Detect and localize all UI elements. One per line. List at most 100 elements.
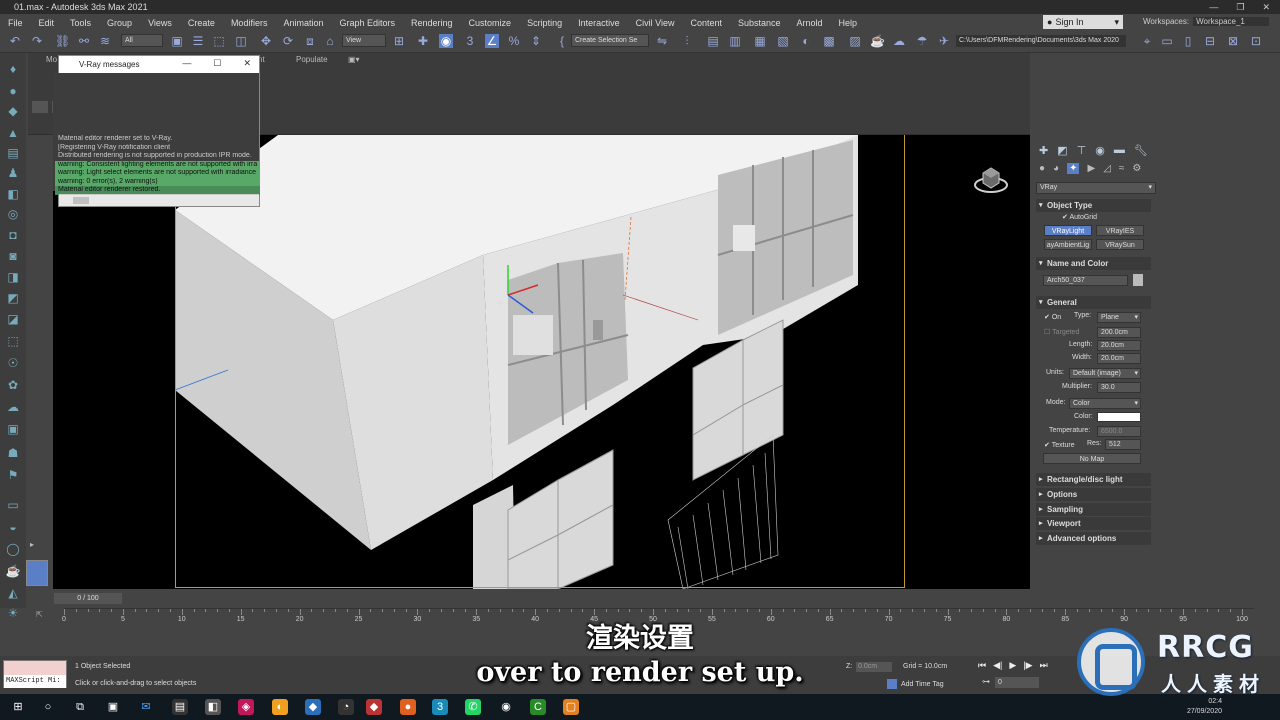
helpers-icon[interactable]: ◿ xyxy=(1103,163,1111,174)
lights-icon[interactable]: ✦ xyxy=(1067,163,1080,174)
store-icon[interactable]: ▣ xyxy=(105,699,121,715)
tool-icon[interactable]: ☗ xyxy=(5,445,21,461)
select-object-icon[interactable]: ▣ xyxy=(170,34,184,48)
create-tab-icon[interactable]: ✚ xyxy=(1039,144,1048,157)
sampling-rollout[interactable]: Sampling xyxy=(1036,503,1151,516)
bind-space-warp-icon[interactable]: ≋ xyxy=(98,34,112,48)
chrome-icon[interactable]: ◉ xyxy=(498,699,514,715)
menu-file[interactable]: File xyxy=(0,18,31,28)
tool-icon[interactable]: ♟ xyxy=(5,165,21,181)
time-slider[interactable]: 0 / 100 xyxy=(54,593,122,604)
light-type-dropdown[interactable]: Plane ▾ xyxy=(1097,312,1141,323)
menu-scripting[interactable]: Scripting xyxy=(519,18,570,28)
tool-icon[interactable]: ◧ xyxy=(5,186,21,202)
display-tab-icon[interactable]: ▬ xyxy=(1114,144,1125,157)
tool-icon[interactable]: ◘ xyxy=(5,227,21,243)
modify-tab-icon[interactable]: ◩ xyxy=(1057,144,1067,157)
menu-civil-view[interactable]: Civil View xyxy=(628,18,683,28)
scale-icon[interactable]: ⧈ xyxy=(303,34,317,48)
menu-group[interactable]: Group xyxy=(99,18,140,28)
menu-views[interactable]: Views xyxy=(140,18,180,28)
viewport-layout-button[interactable] xyxy=(26,560,48,586)
ribbon-tab-modeling[interactable]: Mo xyxy=(46,55,57,64)
maximize-icon[interactable]: ☐ xyxy=(213,58,221,69)
material-editor-icon[interactable]: ◐ xyxy=(799,34,813,48)
mode-dropdown[interactable]: Color ▾ xyxy=(1069,398,1141,409)
cameras-icon[interactable]: ▶ xyxy=(1087,163,1095,174)
rotate-icon[interactable]: ⟳ xyxy=(281,34,295,48)
tool-icon[interactable]: ◆ xyxy=(5,103,21,119)
object-color-swatch[interactable] xyxy=(1133,274,1143,286)
project-folder-icon[interactable]: ▭ xyxy=(1160,34,1174,48)
target-distance-spinner[interactable]: 200.0cm xyxy=(1097,327,1141,338)
layer-explorer-icon[interactable]: ▤ xyxy=(706,34,720,48)
systems-icon[interactable]: ⚙ xyxy=(1132,163,1141,174)
snaps-toggle-icon[interactable]: 3 xyxy=(463,34,477,48)
app-icon[interactable]: ◐ xyxy=(272,699,288,715)
light-color-swatch[interactable] xyxy=(1097,412,1141,422)
on-checkbox[interactable]: ✔ On xyxy=(1044,313,1061,321)
menu-rendering[interactable]: Rendering xyxy=(403,18,461,28)
menu-tools[interactable]: Tools xyxy=(62,18,99,28)
app-icon[interactable]: ◧ xyxy=(205,699,221,715)
geometry-icon[interactable]: ● xyxy=(1039,163,1045,174)
shapes-icon[interactable]: ◕ xyxy=(1053,163,1059,174)
maximize-button[interactable]: ❐ xyxy=(1236,2,1244,13)
brush-icon[interactable]: ♦ xyxy=(5,61,21,77)
sign-in-dropdown[interactable]: ● Sign In ▾ xyxy=(1043,15,1123,29)
hierarchy-tab-icon[interactable]: ⊤ xyxy=(1077,144,1087,157)
task-view-icon[interactable]: ⧉ xyxy=(72,699,88,715)
render-setup-icon[interactable]: ▩ xyxy=(822,34,836,48)
mail-icon[interactable]: ✉ xyxy=(138,699,154,715)
tool-icon[interactable]: ◒ xyxy=(5,519,21,535)
object-type-rollout[interactable]: Object Type xyxy=(1036,199,1151,212)
menu-animation[interactable]: Animation xyxy=(275,18,331,28)
app-icon[interactable]: ▢ xyxy=(563,699,579,715)
named-selection-dropdown[interactable]: Create Selection Se xyxy=(571,34,649,47)
tool-icon[interactable]: ▲ xyxy=(5,125,21,141)
tool-icon[interactable]: ⬚ xyxy=(5,333,21,349)
menu-edit[interactable]: Edit xyxy=(31,18,63,28)
menu-modifiers[interactable]: Modifiers xyxy=(223,18,276,28)
toggle-ribbon-icon[interactable]: ▥ xyxy=(728,34,742,48)
move-icon[interactable]: ✥ xyxy=(259,34,273,48)
app-icon[interactable]: ◈ xyxy=(238,699,254,715)
expand-icon[interactable]: ▸ xyxy=(30,540,34,549)
ribbon-options-icon[interactable]: ▣▾ xyxy=(348,55,360,64)
close-button[interactable]: ✕ xyxy=(1262,2,1270,13)
tool-icon[interactable]: ✿ xyxy=(5,377,21,393)
search-icon[interactable]: ○ xyxy=(40,699,56,715)
minimize-button[interactable]: — xyxy=(1209,2,1218,13)
window-crossing-icon[interactable]: ◫ xyxy=(234,34,248,48)
rectangle-disc-light-rollout[interactable]: Rectangle/disc light xyxy=(1036,473,1151,486)
placement-icon[interactable]: ⌂ xyxy=(323,34,337,48)
render-production-icon[interactable]: ☕ xyxy=(870,34,885,48)
no-map-button[interactable]: No Map xyxy=(1043,453,1141,464)
advanced-options-rollout[interactable]: Advanced options xyxy=(1036,532,1151,545)
menu-interactive[interactable]: Interactive xyxy=(570,18,628,28)
menu-customize[interactable]: Customize xyxy=(461,18,520,28)
width-spinner[interactable]: 20.0cm xyxy=(1097,353,1141,364)
app-icon[interactable]: ◔ xyxy=(338,699,354,715)
space-warps-icon[interactable]: ≈ xyxy=(1119,163,1125,174)
tool-icon[interactable]: ▤ xyxy=(5,145,21,161)
tool-icon[interactable]: ☁ xyxy=(5,399,21,415)
menu-substance[interactable]: Substance xyxy=(730,18,789,28)
close-icon[interactable]: ✕ xyxy=(243,58,251,69)
workspace-value[interactable]: Workspace_1 xyxy=(1193,17,1269,26)
whatsapp-icon[interactable]: ✆ xyxy=(465,699,481,715)
system-clock[interactable]: 02:4 27/09/2020 xyxy=(1187,697,1222,717)
select-manipulate-icon[interactable]: ✚ xyxy=(416,34,430,48)
link-icon[interactable]: ⛓ xyxy=(55,34,70,48)
tool-icon[interactable]: ▣ xyxy=(5,421,21,437)
scrollbar-thumb[interactable] xyxy=(73,197,89,204)
tool-icon[interactable]: ◨ xyxy=(5,269,21,285)
set-project-icon[interactable]: ⌖ xyxy=(1140,34,1154,48)
ribbon-button[interactable] xyxy=(32,101,48,113)
tool-icon[interactable]: ◭ xyxy=(5,585,21,601)
menu-graph-editors[interactable]: Graph Editors xyxy=(331,18,403,28)
schematic-view-icon[interactable]: ▧ xyxy=(776,34,790,48)
windows-start-icon[interactable]: ⊞ xyxy=(10,699,26,715)
a360-gallery-icon[interactable]: ✈ xyxy=(937,34,951,48)
menu-content[interactable]: Content xyxy=(682,18,730,28)
